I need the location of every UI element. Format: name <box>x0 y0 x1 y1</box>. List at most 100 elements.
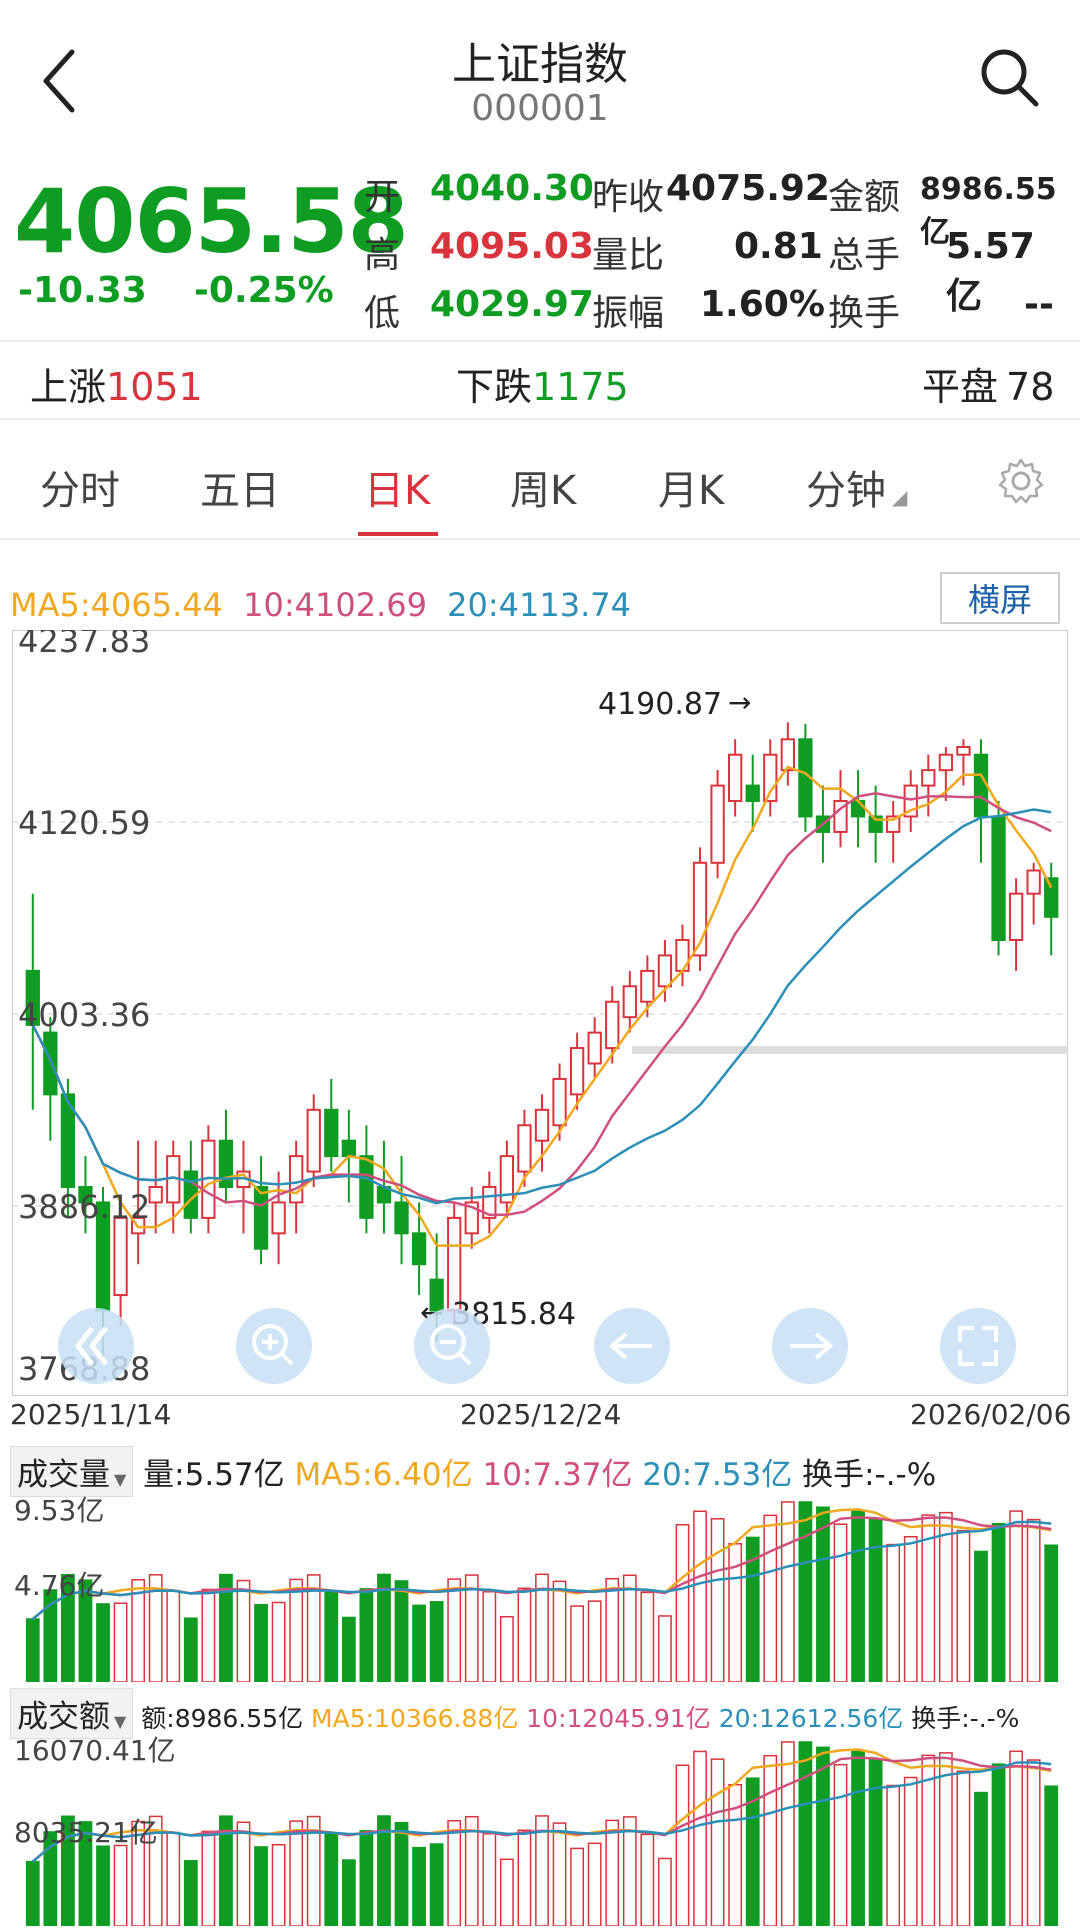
volume-chart[interactable]: 9.53亿 4.76亿 <box>12 1490 1068 1682</box>
volume-bar <box>183 1617 198 1682</box>
amount-max-label: 16070.41亿 <box>14 1734 176 1767</box>
candle <box>991 801 1006 956</box>
volume-bar <box>798 1501 813 1682</box>
rewind-icon[interactable] <box>58 1308 134 1384</box>
tab-intraday[interactable]: 分时 <box>40 458 120 516</box>
volume-bar <box>113 1602 128 1682</box>
volume-bar <box>429 1601 444 1682</box>
amount-ma10: 10:12045.91亿 <box>526 1704 711 1733</box>
tab-minute[interactable]: 分钟 ◢ <box>806 458 907 516</box>
left-arrow-icon[interactable] <box>594 1308 670 1384</box>
landscape-button[interactable]: 横屏 <box>940 572 1060 624</box>
stat-value-high: 4095.03 <box>430 226 594 267</box>
volume-ma20: 20:7.53亿 <box>642 1457 793 1493</box>
volume-bar <box>763 1514 778 1682</box>
amount-turnover: 换手:-.-% <box>911 1704 1020 1733</box>
volume-bar <box>675 1764 690 1926</box>
volume-bar <box>1044 1544 1059 1682</box>
volume-bar <box>693 1510 707 1682</box>
volume-bar <box>903 1535 918 1682</box>
volume-bar <box>482 1591 497 1682</box>
volume-bar <box>833 1523 848 1682</box>
price-axis-label: 3886.12 <box>18 1188 150 1226</box>
volume-bar <box>517 1829 532 1926</box>
candle <box>692 847 708 971</box>
stat-label-low: 低 <box>364 293 401 334</box>
zoom-out-icon[interactable] <box>414 1308 490 1384</box>
candle <box>710 770 725 879</box>
volume-bar <box>499 1615 514 1682</box>
volume-bar <box>816 1746 830 1926</box>
volume-bar <box>324 1590 339 1682</box>
volume-bar <box>552 1822 567 1926</box>
breadth-flat: 平盘 78 <box>922 356 1054 411</box>
current-price: 4065.58 <box>14 170 409 273</box>
volume-bar <box>183 1860 198 1926</box>
active-tab-indicator <box>358 532 438 536</box>
volume-bar <box>236 1821 251 1926</box>
dropdown-triangle-icon: ◢ <box>892 485 908 509</box>
stat-value-prev-close: 4075.92 <box>666 168 830 209</box>
search-icon[interactable] <box>974 42 1044 112</box>
chevron-down-icon: ▼ <box>114 1712 127 1731</box>
tab-five-day[interactable]: 五日 <box>200 458 280 516</box>
volume-bar <box>254 1603 268 1682</box>
volume-bar <box>324 1832 339 1926</box>
volume-bar <box>938 1752 953 1926</box>
volume-bar <box>113 1844 128 1926</box>
stat-label-prev-close: 昨收 <box>592 177 665 218</box>
zoom-in-icon[interactable] <box>236 1308 312 1384</box>
volume-bar <box>447 1578 462 1682</box>
volume-bar <box>1009 1510 1023 1682</box>
volume-bar <box>359 1588 374 1682</box>
volume-bar <box>658 1857 672 1926</box>
stat-label-amplitude: 振幅 <box>592 293 665 334</box>
stat-value-turnover: -- <box>1024 284 1054 325</box>
stat-label-total-hands: 总手 <box>828 235 901 276</box>
stat-value-low: 4029.97 <box>430 284 594 325</box>
arrow-right-icon: → <box>728 686 751 719</box>
volume-ma10: 10:7.37亿 <box>482 1457 633 1493</box>
tab-monthly-k[interactable]: 月K <box>658 458 724 516</box>
volume-bar <box>710 1758 725 1926</box>
stat-label-high: 高 <box>364 235 401 276</box>
right-arrow-icon[interactable] <box>772 1308 848 1384</box>
quote-stats: 开 4040.30 昨收 4075.92 金额 8986.55亿 高 4095.… <box>364 168 1070 338</box>
stat-label-open: 开 <box>364 177 401 218</box>
tab-weekly-k[interactable]: 周K <box>510 458 576 516</box>
volume-bar <box>693 1750 707 1926</box>
volume-bar <box>412 1604 426 1682</box>
ma5-label: MA5:4065.44 <box>10 586 223 624</box>
amount-ma20: 20:12612.56亿 <box>718 1704 904 1733</box>
amount-current: 额:8986.55亿 <box>141 1704 304 1733</box>
divider <box>0 538 1080 540</box>
tab-daily-k[interactable]: 日K <box>364 458 430 516</box>
volume-bar <box>201 1830 216 1926</box>
breadth-flat-label: 平盘 <box>922 365 999 409</box>
volume-bar <box>833 1763 848 1926</box>
volume-title: 成交量 <box>17 1457 110 1493</box>
candlestick-chart[interactable]: 4237.83 4120.59 4003.36 3886.12 3768.88 … <box>12 630 1068 1396</box>
breadth-up-value: 1051 <box>106 365 203 409</box>
ma10-label: 10:4102.69 <box>243 586 427 624</box>
volume-bar <box>166 1831 181 1926</box>
volume-bar <box>956 1770 971 1926</box>
amount-chart[interactable]: 16070.41亿 8035.21亿 <box>12 1730 1068 1926</box>
volume-bar <box>166 1589 181 1682</box>
change-percent: -0.25% <box>193 270 334 311</box>
volume-bar <box>1026 1759 1041 1926</box>
amount-ma5: MA5:10366.88亿 <box>311 1704 519 1733</box>
gear-icon[interactable] <box>996 456 1046 506</box>
breadth-down-value: 1175 <box>532 365 629 409</box>
stock-code: 000001 <box>471 88 609 129</box>
page-title: 上证指数 <box>452 39 628 90</box>
fullscreen-icon[interactable] <box>940 1308 1016 1384</box>
volume-bar <box>622 1816 637 1926</box>
volume-bar <box>675 1524 690 1682</box>
volume-bar <box>570 1847 585 1926</box>
stat-label-turnover: 换手 <box>828 293 901 334</box>
stat-value-amplitude: 1.60% <box>700 284 825 325</box>
volume-mid-label: 4.76亿 <box>14 1569 104 1602</box>
high-value-label: 4190.87 <box>598 687 722 722</box>
volume-bar <box>289 1820 304 1926</box>
